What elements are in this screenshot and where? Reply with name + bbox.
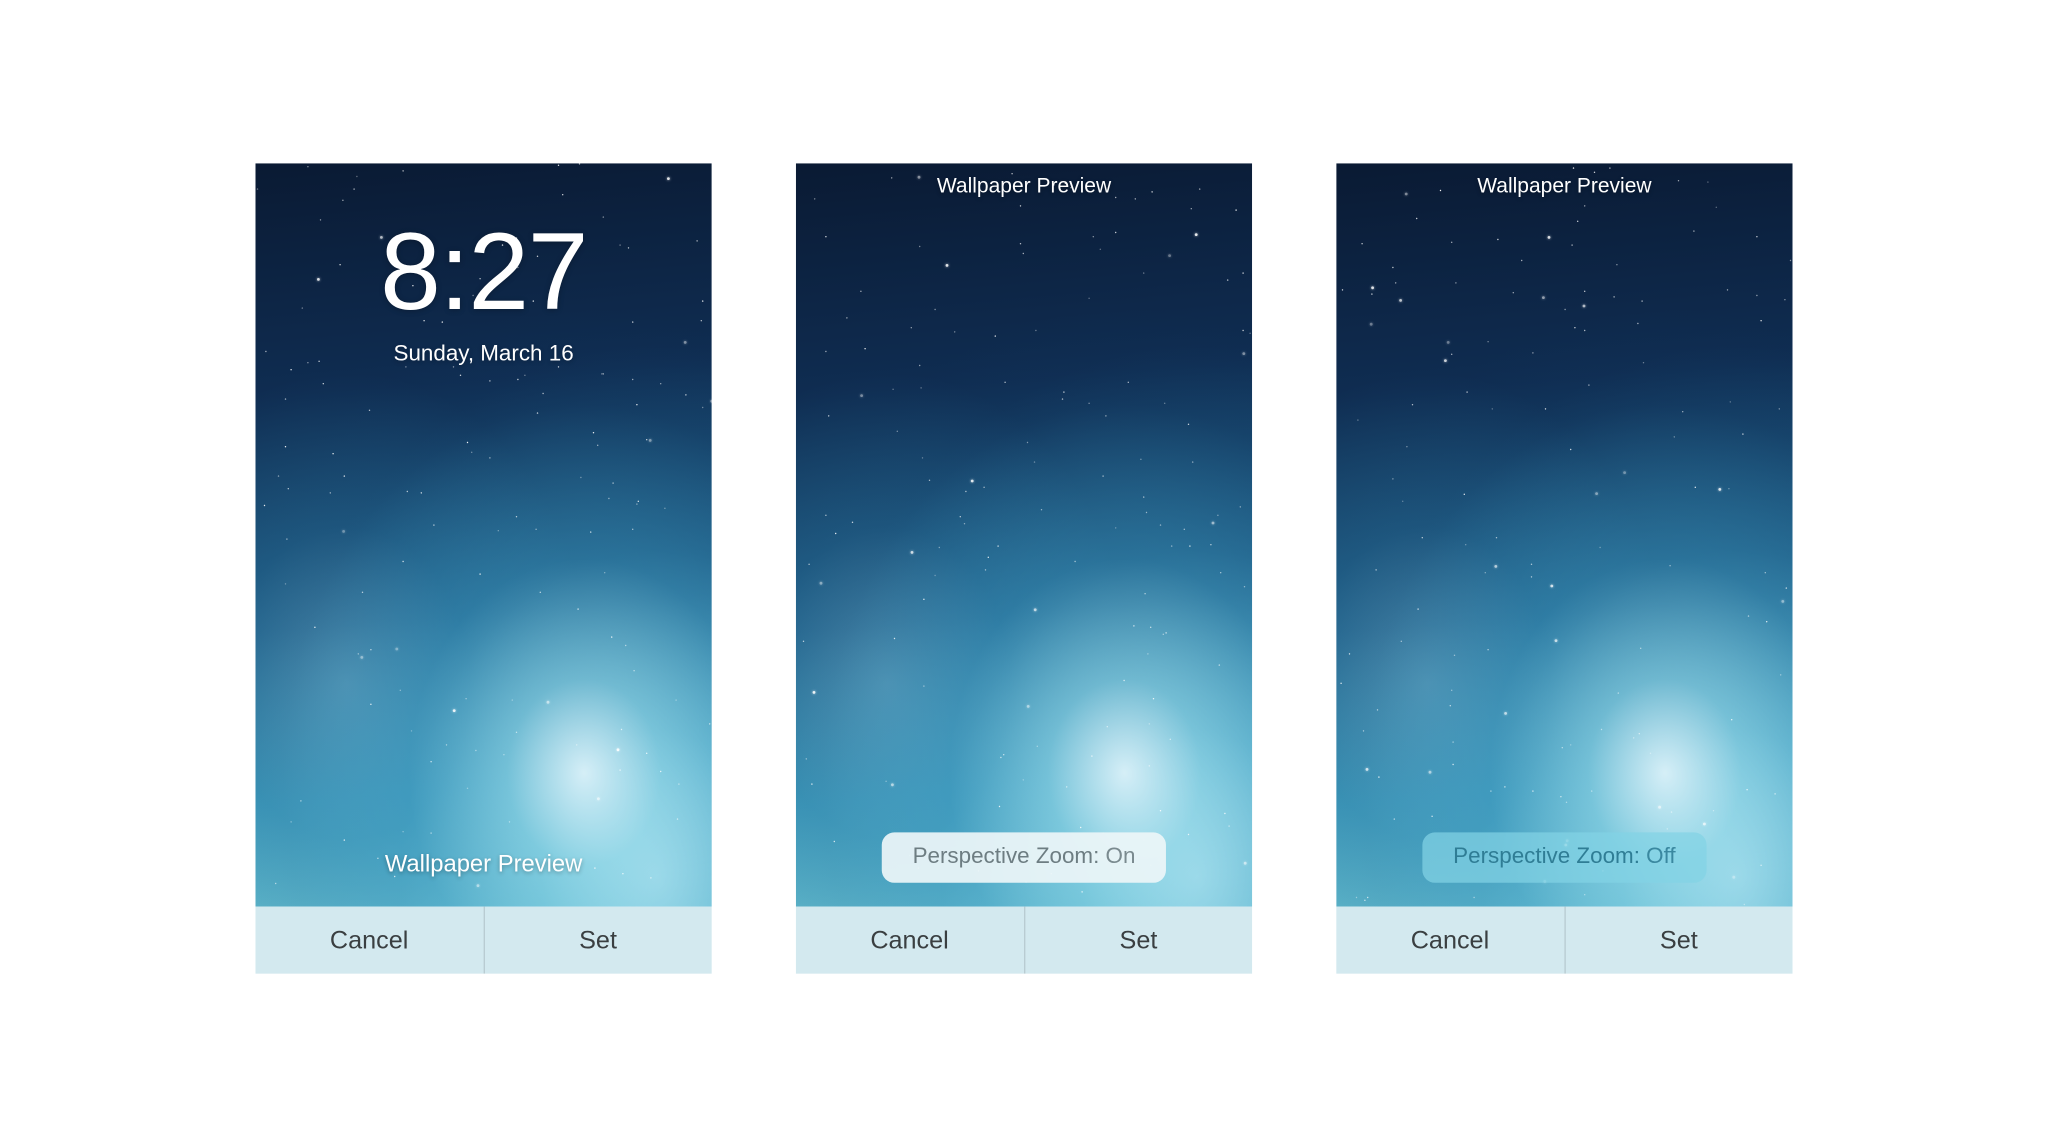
page-title: Wallpaper Preview (1336, 174, 1792, 198)
perspective-zoom-label: Perspective Zoom: (913, 845, 1100, 869)
wallpaper-stars (1336, 163, 1792, 906)
lock-time: 8:27 (255, 216, 711, 325)
set-button[interactable]: Set (1025, 906, 1253, 973)
wallpaper-area[interactable]: Wallpaper Preview Perspective Zoom: On (796, 163, 1252, 906)
set-button[interactable]: Set (484, 906, 712, 973)
bottom-bar: Cancel Set (255, 906, 711, 973)
perspective-zoom-value: Off (1646, 845, 1675, 869)
perspective-zoom-toggle[interactable]: Perspective Zoom: On (882, 832, 1166, 882)
perspective-zoom-toggle[interactable]: Perspective Zoom: Off (1422, 832, 1706, 882)
cancel-button[interactable]: Cancel (796, 906, 1025, 973)
screen-zoom-off: Wallpaper Preview Perspective Zoom: Off … (1336, 163, 1792, 974)
wallpaper-stars (796, 163, 1252, 906)
page-title: Wallpaper Preview (796, 174, 1252, 198)
wallpaper-area[interactable]: Wallpaper Preview Perspective Zoom: Off (1336, 163, 1792, 906)
screen-lock-preview: 8:27 Sunday, March 16 Wallpaper Preview … (255, 163, 711, 974)
cancel-button[interactable]: Cancel (255, 906, 484, 973)
bottom-bar: Cancel Set (796, 906, 1252, 973)
wallpaper-area[interactable]: 8:27 Sunday, March 16 Wallpaper Preview (255, 163, 711, 906)
cancel-button[interactable]: Cancel (1336, 906, 1565, 973)
screen-zoom-on: Wallpaper Preview Perspective Zoom: On C… (796, 163, 1252, 974)
perspective-zoom-value: On (1106, 845, 1136, 869)
wallpaper-preview-label: Wallpaper Preview (255, 850, 711, 878)
bottom-bar: Cancel Set (1336, 906, 1792, 973)
perspective-zoom-label: Perspective Zoom: (1453, 845, 1640, 869)
set-button[interactable]: Set (1565, 906, 1793, 973)
lock-date: Sunday, March 16 (255, 342, 711, 367)
